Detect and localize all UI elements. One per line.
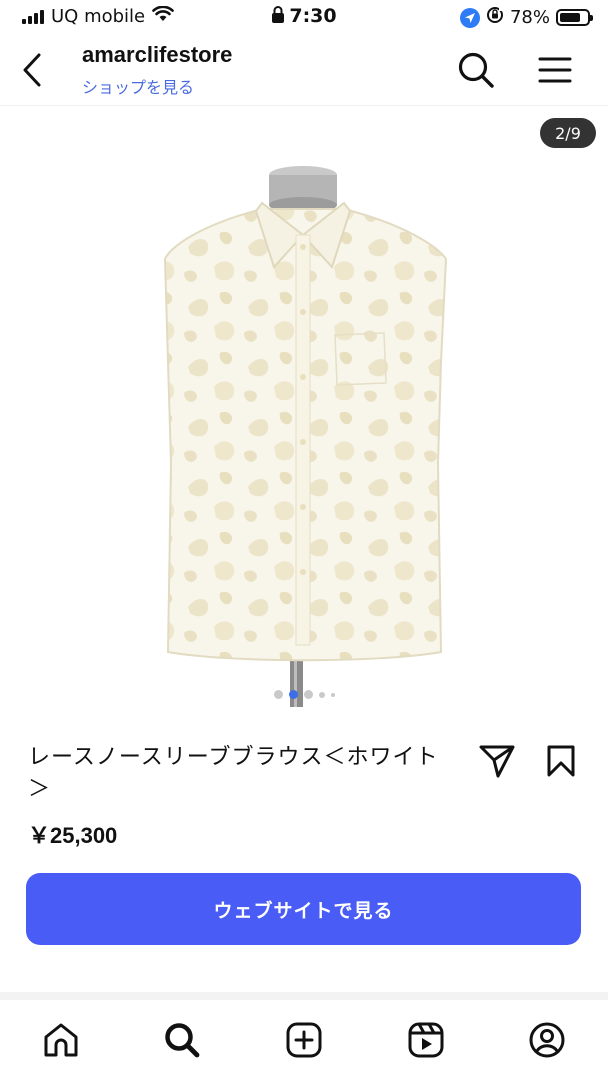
product-image-gallery[interactable]: 2/9 [0, 107, 608, 712]
gallery-dot [318, 691, 325, 698]
bookmark-icon [547, 745, 575, 777]
product-image [163, 166, 448, 712]
menu-button[interactable] [535, 50, 575, 90]
view-website-button[interactable]: ウェブサイトで見る [26, 873, 581, 945]
gallery-dot-active [288, 690, 298, 699]
create-icon [286, 1022, 322, 1058]
nav-create[interactable] [274, 1010, 334, 1070]
orientation-lock-icon [486, 6, 504, 29]
header: amarclifestore ショップを見る [0, 34, 608, 106]
save-button[interactable] [540, 742, 582, 780]
gallery-dot [303, 690, 313, 699]
share-icon [479, 745, 515, 778]
status-bar: UQ mobile 7:30 78% [0, 0, 608, 34]
divider [0, 992, 608, 1000]
page-indicator-badge: 2/9 [540, 118, 596, 148]
share-button[interactable] [476, 742, 518, 780]
gallery-dot [273, 690, 283, 699]
battery-fill [560, 13, 581, 22]
search-icon [458, 52, 494, 88]
lock-icon [271, 6, 285, 29]
product-title: レースノースリーブブラウス＜ホワイト＞ [28, 745, 439, 802]
nav-profile[interactable] [517, 1010, 577, 1070]
search-button[interactable] [456, 50, 496, 90]
nav-reels[interactable] [396, 1010, 456, 1070]
nav-search[interactable] [152, 1010, 212, 1070]
profile-icon [529, 1022, 565, 1058]
shop-link[interactable]: ショップを見る [82, 74, 194, 98]
menu-icon [538, 57, 572, 83]
back-icon [23, 53, 41, 87]
reels-icon [408, 1022, 444, 1058]
time-label: 7:30 [289, 5, 337, 27]
status-right: 78% [459, 6, 593, 29]
battery-icon [556, 9, 593, 26]
gallery-dot [330, 692, 335, 697]
product-price: ￥25,300 [28, 823, 118, 848]
battery-percent: 78% [509, 7, 550, 28]
location-icon [459, 7, 480, 28]
gallery-dots [0, 690, 608, 699]
home-icon [44, 1023, 78, 1057]
bottom-nav [0, 1000, 608, 1080]
search-icon [165, 1023, 200, 1058]
nav-home[interactable] [31, 1010, 91, 1070]
store-name[interactable]: amarclifestore [82, 42, 232, 68]
back-button[interactable] [14, 48, 50, 92]
